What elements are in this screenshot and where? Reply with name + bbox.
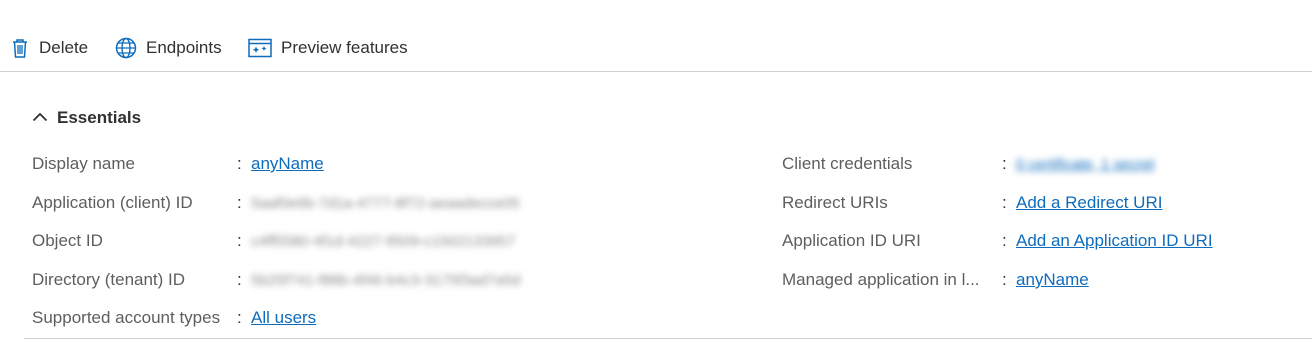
preview-features-icon	[248, 38, 272, 58]
property-row-object-id: Object ID : c4ff5580-4f1d-4227-9509-c150…	[32, 228, 515, 254]
property-row-client-id: Application (client) ID : 5aaf0e6b-7d1a-…	[32, 190, 520, 216]
client-credentials-link[interactable]: 0 certificate, 1 secret	[1016, 156, 1154, 173]
client-id-value: 5aaf0e6b-7d1a-4777-8f72-aeaadecce05	[251, 194, 520, 212]
property-label: Directory (tenant) ID	[32, 270, 186, 289]
property-row-application-id-uri: Application ID URI : Add an Application …	[782, 228, 1213, 254]
command-bar: Delete Endpoints Preview features	[0, 0, 1312, 72]
account-types-link[interactable]: All users	[251, 308, 316, 328]
property-label: Display name	[32, 154, 135, 173]
preview-features-label: Preview features	[281, 38, 408, 57]
property-colon: :	[237, 193, 242, 212]
property-row-client-credentials: Client credentials : 0 certificate, 1 se…	[782, 151, 1154, 177]
property-label: Application ID URI	[782, 231, 921, 250]
property-colon: :	[237, 308, 242, 327]
property-label: Application (client) ID	[32, 193, 193, 212]
property-colon: :	[237, 231, 242, 250]
divider	[24, 338, 1312, 339]
essentials-toggle[interactable]: Essentials	[32, 108, 141, 128]
delete-button[interactable]: Delete	[10, 34, 88, 62]
endpoints-button[interactable]: Endpoints	[115, 34, 222, 62]
property-label: Supported account types	[32, 308, 221, 327]
object-id-value: c4ff5580-4f1d-4227-9509-c1502133957	[251, 232, 516, 250]
property-label: Managed application in l...	[782, 270, 980, 289]
globe-icon	[115, 37, 137, 59]
chevron-up-icon	[32, 108, 48, 128]
property-row-tenant-id: Directory (tenant) ID : 5b25f741-f88b-4f…	[32, 267, 520, 293]
add-application-id-uri-link[interactable]: Add an Application ID URI	[1016, 231, 1213, 251]
trash-icon	[10, 37, 30, 59]
property-colon: :	[1002, 193, 1007, 212]
add-redirect-uri-link[interactable]: Add a Redirect URI	[1016, 193, 1162, 213]
property-colon: :	[1002, 270, 1007, 289]
managed-application-link[interactable]: anyName	[1016, 270, 1089, 290]
tenant-id-value: 5b25f741-f88b-4f46-b4c3-3175f3ad7a5d	[251, 271, 521, 289]
property-colon: :	[237, 154, 242, 173]
essentials-title: Essentials	[57, 108, 142, 127]
display-name-link[interactable]: anyName	[251, 154, 324, 174]
property-colon: :	[237, 270, 242, 289]
endpoints-label: Endpoints	[146, 38, 222, 57]
property-row-managed-application: Managed application in l... : anyName	[782, 267, 1089, 293]
property-label: Object ID	[32, 231, 103, 250]
property-row-display-name: Display name : anyName	[32, 151, 324, 177]
property-label: Redirect URIs	[782, 193, 888, 212]
preview-features-button[interactable]: Preview features	[248, 34, 408, 62]
property-colon: :	[1002, 231, 1007, 250]
property-label: Client credentials	[782, 154, 913, 173]
property-row-account-types: Supported account types : All users	[32, 305, 316, 331]
property-row-redirect-uris: Redirect URIs : Add a Redirect URI	[782, 190, 1162, 216]
delete-label: Delete	[39, 38, 89, 57]
property-colon: :	[1002, 154, 1007, 173]
